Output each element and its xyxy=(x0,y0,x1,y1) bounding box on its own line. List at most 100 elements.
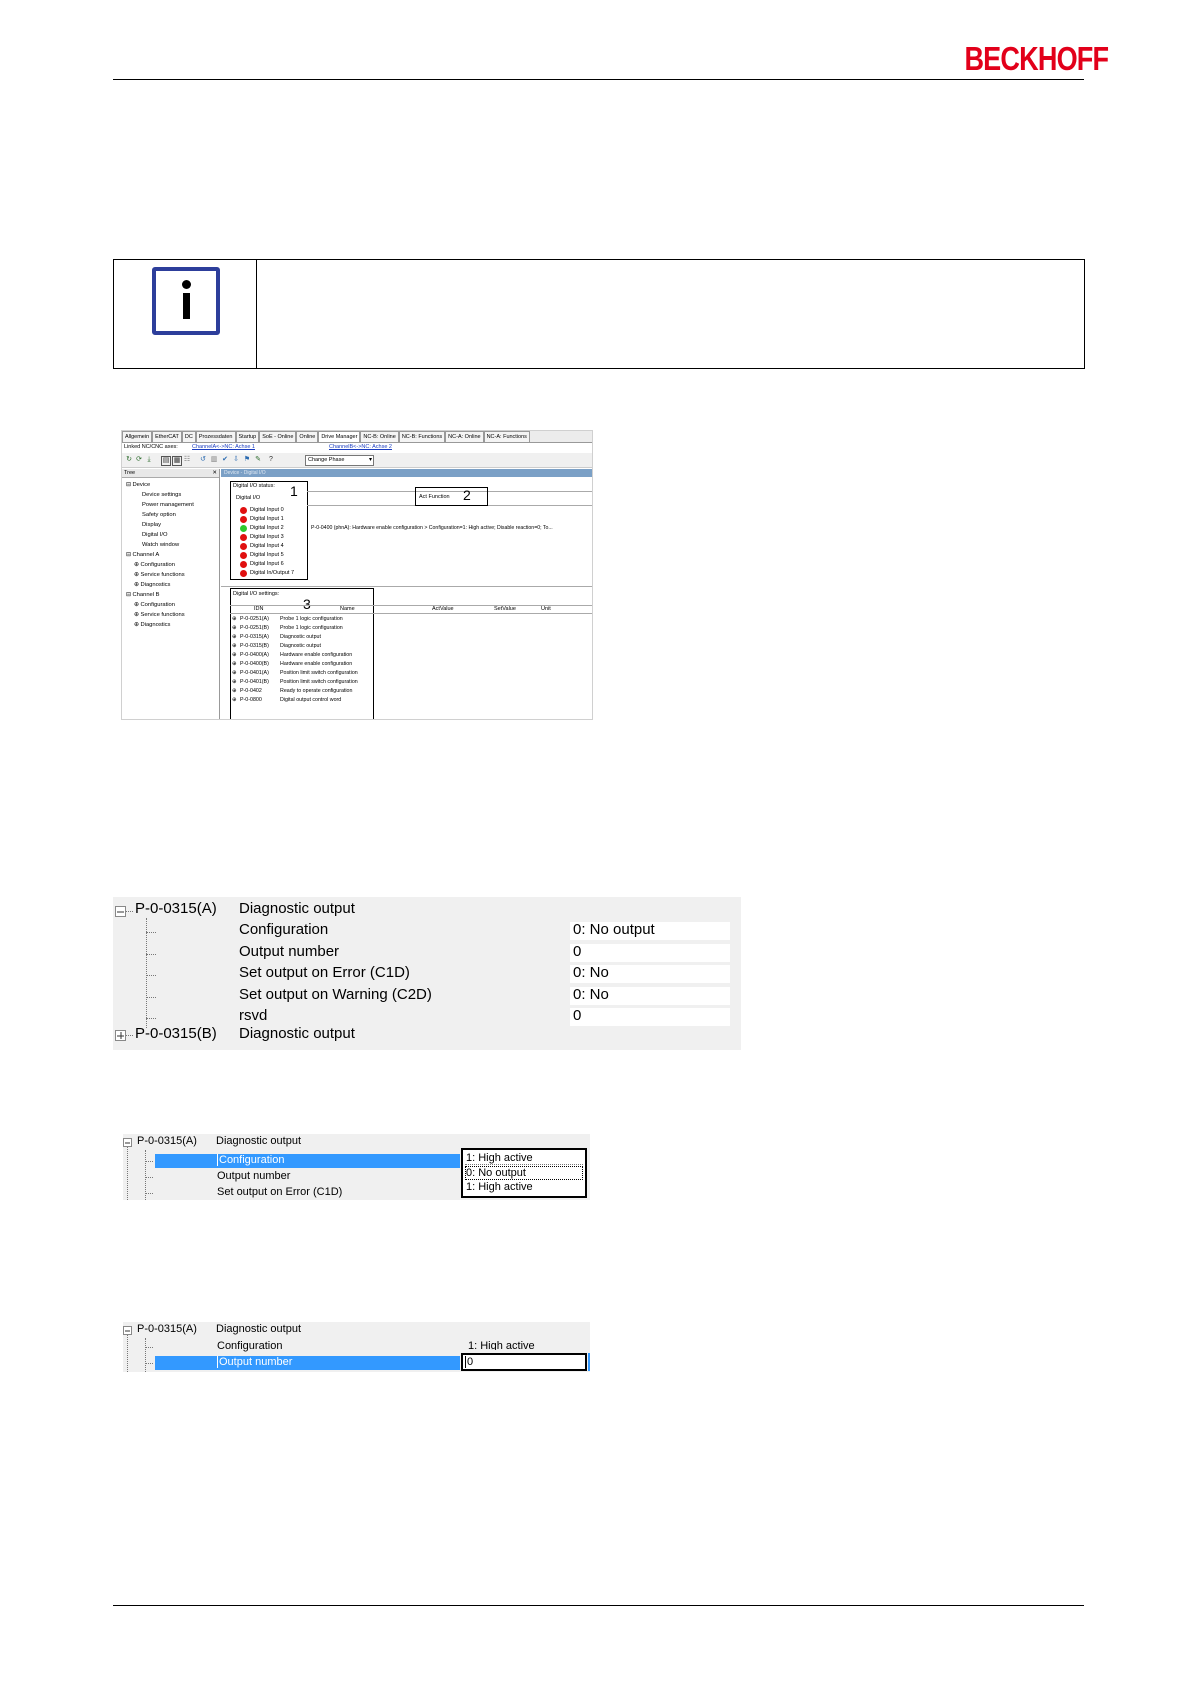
dropdown-option-no-output[interactable]: 0: No output xyxy=(466,1167,526,1179)
tree-item[interactable]: ⊟ Channel A xyxy=(126,551,159,559)
tree-item[interactable]: Watch window xyxy=(142,541,179,549)
tab-8[interactable]: NC-B: Online xyxy=(360,431,399,442)
settings-row-idn[interactable]: P-0-0400(B) xyxy=(240,660,269,669)
tab-7[interactable]: Drive Manager xyxy=(318,431,361,442)
row-configuration[interactable]: Configuration xyxy=(217,1340,282,1352)
collapse-icon[interactable] xyxy=(123,1138,132,1147)
tab-2[interactable]: DC xyxy=(181,431,196,442)
tree-item[interactable]: ⊕ Configuration xyxy=(134,601,175,609)
expand-icon[interactable]: ⊕ xyxy=(232,633,236,642)
tree-item[interactable]: Safety option xyxy=(142,511,176,519)
change-phase-select[interactable]: Change Phase ▾ xyxy=(305,455,374,466)
tree-item[interactable]: ⊕ Configuration xyxy=(134,561,175,569)
column-actvalue[interactable]: ActValue xyxy=(432,605,454,613)
settings-row-name[interactable]: Probe 1 logic configuration xyxy=(280,624,343,633)
table-icon[interactable]: ▥ xyxy=(210,456,218,464)
reload-icon[interactable]: ↺ xyxy=(199,456,207,464)
expand-icon[interactable] xyxy=(115,1030,126,1041)
settings-row-idn[interactable]: P-0-0400(A) xyxy=(240,651,269,660)
row-output-number[interactable]: Output number xyxy=(217,1356,292,1368)
grid-icon[interactable]: ☷ xyxy=(183,456,191,464)
tab-3[interactable]: Prozessdaten xyxy=(195,431,236,442)
tree-item[interactable]: ⊕ Service functions xyxy=(134,611,185,619)
settings-row-idn[interactable]: P-0-0401(A) xyxy=(240,669,269,678)
expand-icon[interactable]: ⊕ xyxy=(232,678,236,687)
expand-icon[interactable]: ⊕ xyxy=(232,696,236,705)
tools-icon[interactable]: ✎ xyxy=(254,456,262,464)
collapse-icon[interactable] xyxy=(123,1326,132,1335)
tree-view-icon[interactable]: ▤ xyxy=(161,456,171,466)
download-icon[interactable]: ⤓ xyxy=(145,456,153,464)
expand-icon[interactable]: ⊕ xyxy=(232,669,236,678)
settings-row-idn[interactable]: P-0-0800 xyxy=(240,696,262,705)
selected-row-configuration[interactable] xyxy=(155,1154,460,1168)
column-name[interactable]: Name xyxy=(340,605,355,613)
column-setvalue[interactable]: SetValue xyxy=(494,605,516,613)
link-channel-a[interactable]: ChannelA<->NC: Achse 1 xyxy=(192,443,255,452)
configuration-dropdown[interactable]: 1: High active 0: No output 1: High acti… xyxy=(461,1148,587,1198)
close-icon[interactable]: ✕ xyxy=(212,469,217,477)
check-icon[interactable]: ✔ xyxy=(221,456,229,464)
settings-row-idn[interactable]: P-0-0315(A) xyxy=(240,633,269,642)
tab-0[interactable]: Allgemein xyxy=(122,431,153,442)
row-name[interactable]: Set output on Error (C1D) xyxy=(239,964,410,981)
settings-row-name[interactable]: Diagnostic output xyxy=(280,642,321,651)
expand-icon[interactable]: ⊕ xyxy=(232,687,236,696)
settings-row-name[interactable]: Hardware enable configuration xyxy=(280,651,352,660)
tree-item[interactable]: ⊕ Diagnostics xyxy=(134,621,170,629)
tree-item[interactable]: ⊕ Service functions xyxy=(134,571,185,579)
expand-icon[interactable]: ⊕ xyxy=(232,651,236,660)
tree-item[interactable]: Display xyxy=(142,521,161,529)
settings-row-name[interactable]: Ready to operate configuration xyxy=(280,687,352,696)
refresh-icon[interactable]: ↻ xyxy=(125,456,133,464)
selected-row-output-number[interactable] xyxy=(155,1356,460,1370)
link-channel-b[interactable]: ChannelB<->NC: Achse 2 xyxy=(329,443,392,452)
row-name[interactable]: Output number xyxy=(239,943,339,960)
tab-11[interactable]: NC-A: Functions xyxy=(483,431,530,442)
tree-item[interactable]: ⊕ Diagnostics xyxy=(134,581,170,589)
settings-row-idn[interactable]: P-0-0251(B) xyxy=(240,624,269,633)
settings-row-name[interactable]: Diagnostic output xyxy=(280,633,321,642)
row-value-field[interactable] xyxy=(570,943,730,962)
expand-icon[interactable]: ⊕ xyxy=(232,642,236,651)
tree-item[interactable]: Digital I/O xyxy=(142,531,167,539)
settings-row-idn[interactable]: P-0-0402 xyxy=(240,687,262,696)
help-icon[interactable]: ? xyxy=(267,456,275,464)
settings-row-idn[interactable]: P-0-0315(B) xyxy=(240,642,269,651)
settings-row-idn[interactable]: P-0-0251(A) xyxy=(240,615,269,624)
export-icon[interactable]: ⇩ xyxy=(232,456,240,464)
row-configuration[interactable]: Configuration xyxy=(217,1154,284,1166)
tree-item[interactable]: Power management xyxy=(142,501,194,509)
expand-icon[interactable]: ⊕ xyxy=(232,624,236,633)
expand-icon[interactable]: ⊕ xyxy=(232,615,236,624)
tab-4[interactable]: Startup xyxy=(235,431,260,442)
row-name[interactable]: Configuration xyxy=(239,921,328,938)
settings-row-name[interactable]: Probe 1 logic configuration xyxy=(280,615,343,624)
settings-row-name[interactable]: Hardware enable configuration xyxy=(280,660,352,669)
settings-row-idn[interactable]: P-0-0401(B) xyxy=(240,678,269,687)
tree-item[interactable]: ⊟ Channel B xyxy=(126,591,160,599)
row-name[interactable]: rsvd xyxy=(239,1007,267,1024)
row-value-field[interactable] xyxy=(570,1008,730,1026)
tab-6[interactable]: Online xyxy=(296,431,319,442)
settings-row-name[interactable]: Position limit switch configuration xyxy=(280,678,358,687)
tab-10[interactable]: NC-A: Online xyxy=(445,431,484,442)
row-name[interactable]: Set output on Warning (C2D) xyxy=(239,986,432,1003)
output-number-input[interactable]: 0 xyxy=(461,1353,587,1371)
row-set-output-error[interactable]: Set output on Error (C1D) xyxy=(217,1186,342,1198)
list-view-icon[interactable]: ▦ xyxy=(172,456,182,466)
settings-row-name[interactable]: Digital output control word xyxy=(280,696,341,705)
collapse-icon[interactable] xyxy=(115,906,126,917)
dropdown-option-high-active[interactable]: 1: High active xyxy=(466,1181,533,1193)
tree-item[interactable]: Device settings xyxy=(142,491,181,499)
settings-row-name[interactable]: Position limit switch configuration xyxy=(280,669,358,678)
tab-5[interactable]: SoE - Online xyxy=(259,431,297,442)
expand-icon[interactable]: ⊕ xyxy=(232,660,236,669)
column-unit[interactable]: Unit xyxy=(541,605,551,613)
column-idn[interactable]: IDN xyxy=(254,605,263,613)
tab-9[interactable]: NC-B: Functions xyxy=(398,431,446,442)
sync-icon[interactable]: ⟳ xyxy=(135,456,143,464)
row-output-number[interactable]: Output number xyxy=(217,1170,290,1182)
tree-item[interactable]: ⊟ Device xyxy=(126,481,150,489)
filter-icon[interactable]: ⚑ xyxy=(243,456,251,464)
